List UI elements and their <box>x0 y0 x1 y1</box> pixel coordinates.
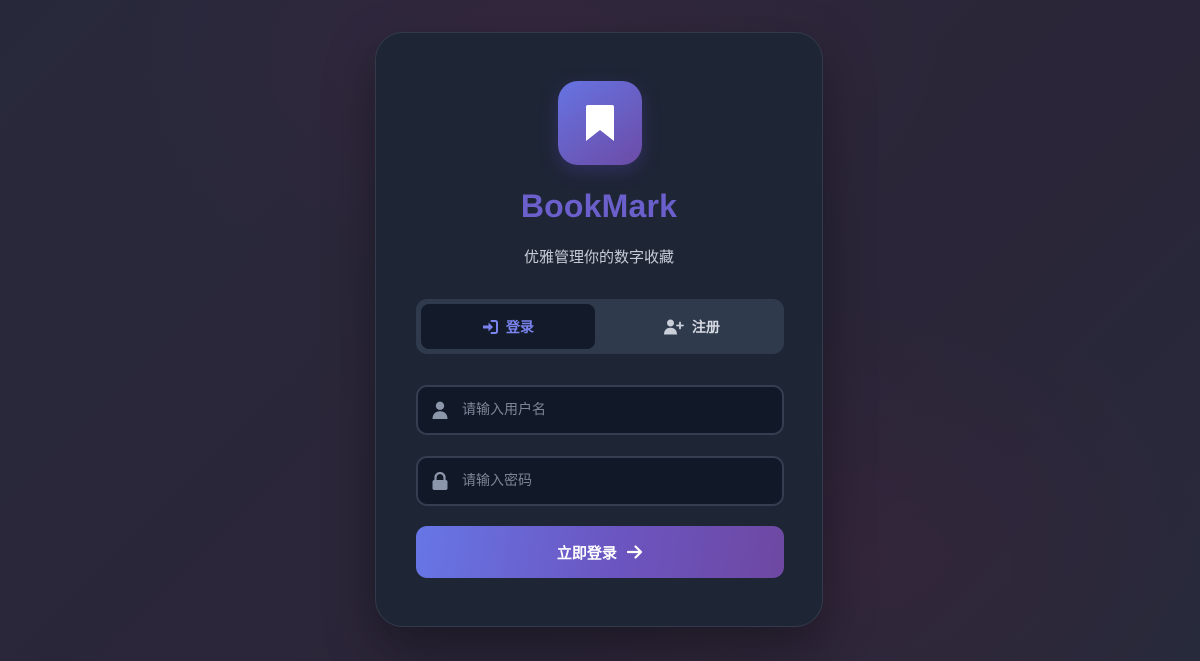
arrow-right-icon <box>627 545 643 559</box>
username-input[interactable] <box>462 387 762 433</box>
login-submit-button[interactable]: 立即登录 <box>416 526 784 578</box>
login-submit-label: 立即登录 <box>556 543 617 562</box>
app-subtitle: 优雅管理你的数字收藏 <box>523 248 674 266</box>
password-input[interactable] <box>462 458 762 504</box>
app-logo <box>558 81 642 165</box>
tab-register[interactable]: 注册 <box>605 304 779 349</box>
tab-login[interactable]: 登录 <box>421 304 595 349</box>
bookmark-icon <box>586 105 614 141</box>
password-field <box>416 456 784 506</box>
tab-register-label: 注册 <box>692 319 720 336</box>
tab-login-label: 登录 <box>506 319 534 336</box>
user-icon <box>432 401 448 419</box>
login-card: BookMark 优雅管理你的数字收藏 登录 注册 请输入用户名 立即登录 <box>375 32 823 627</box>
sign-in-icon <box>483 319 498 334</box>
app-title: BookMark <box>520 188 678 224</box>
auth-tabs: 登录 注册 <box>416 299 784 354</box>
user-plus-icon <box>664 319 684 334</box>
lock-icon <box>432 472 448 490</box>
username-field <box>416 385 784 435</box>
